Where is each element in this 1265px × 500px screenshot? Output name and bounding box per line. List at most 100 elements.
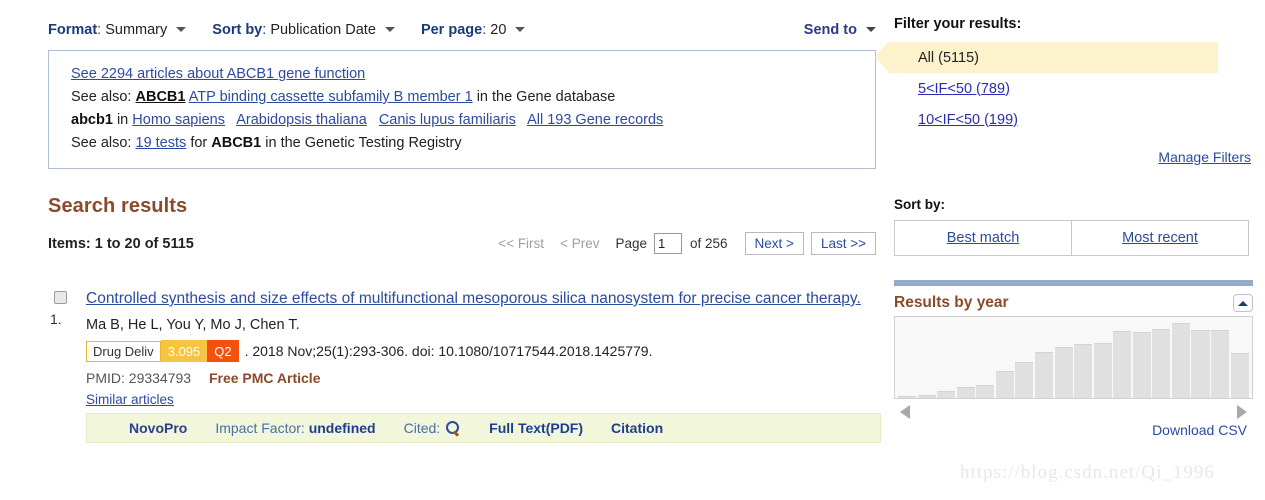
sortby-most-recent-link: Most recent — [1122, 230, 1198, 246]
gene-info-box: See 2294 articles about ABCB1 gene funct… — [48, 50, 876, 169]
gene-info-line-1: See 2294 articles about ABCB1 gene funct… — [71, 63, 861, 86]
histogram-bar[interactable] — [956, 386, 975, 398]
full-text-pdf-link[interactable]: Full Text(PDF) — [489, 420, 583, 436]
gtr-suffix: in the Genetic Testing Registry — [265, 135, 462, 151]
novopro-cited[interactable]: Cited: — [404, 420, 462, 436]
scroll-left-icon[interactable] — [900, 404, 910, 419]
chevron-up-icon — [1238, 300, 1248, 306]
gene-name-link[interactable]: ATP binding cassette subfamily B member … — [189, 89, 473, 105]
gene-info-line-4: See also: 19 tests for ABCB1 in the Gene… — [71, 132, 861, 155]
download-csv-link[interactable]: Download CSV — [1152, 422, 1247, 438]
organism-link-arabidopsis-thaliana[interactable]: Arabidopsis thaliana — [236, 112, 367, 128]
sortby-best-match[interactable]: Best match — [895, 221, 1071, 255]
histogram-bar[interactable] — [937, 390, 956, 398]
histogram-bars — [898, 319, 1250, 398]
histogram-bar[interactable] — [1230, 352, 1249, 398]
histogram-bar[interactable] — [1054, 347, 1073, 398]
send-to-label: Send to — [803, 22, 857, 38]
novopro-impact-factor: Impact Factor: undefined — [215, 420, 375, 436]
histogram-bar[interactable] — [1171, 322, 1190, 398]
sortby-most-recent[interactable]: Most recent — [1071, 221, 1248, 255]
in-word: in — [116, 112, 129, 128]
organism-link-homo-sapiens[interactable]: Homo sapiens — [132, 112, 225, 128]
page-title: Search results — [48, 195, 188, 217]
gene-symbol-link[interactable]: ABCB1 — [136, 89, 186, 105]
result-body: Controlled synthesis and size effects of… — [86, 287, 881, 443]
novopro-if-value: undefined — [308, 420, 376, 436]
filter-heading: Filter your results: — [894, 16, 1022, 32]
histogram-navigation — [894, 399, 1253, 421]
last-page-button[interactable]: Last >> — [810, 232, 876, 255]
sidebar: Filter your results: All (5115) 5<IF<50 … — [875, 0, 1265, 500]
first-page-button: << First — [498, 236, 545, 251]
result-title-link[interactable]: Controlled synthesis and size effects of… — [86, 287, 876, 310]
histogram-bar[interactable] — [917, 394, 936, 398]
histogram-bar[interactable] — [1152, 329, 1171, 398]
quartile-badge: Q2 — [207, 340, 239, 362]
see-also-prefix: See also: — [71, 89, 132, 105]
filter-label: 5<IF<50 (789) — [918, 80, 1010, 97]
histogram-bar[interactable] — [1132, 331, 1151, 398]
citation-link[interactable]: Citation — [611, 420, 663, 436]
search-icon — [446, 420, 461, 436]
page-number-input[interactable] — [654, 233, 682, 254]
organism-link-canis-lupus-familiaris[interactable]: Canis lupus familiaris — [379, 112, 516, 128]
send-to-dropdown[interactable]: Send to — [804, 22, 876, 38]
genetic-tests-link[interactable]: 19 tests — [136, 135, 187, 151]
manage-filters-row: Manage Filters — [888, 149, 1265, 165]
per-page-value: 20 — [490, 22, 507, 38]
gene-function-link[interactable]: See 2294 articles about ABCB1 gene funct… — [71, 66, 365, 82]
prev-page-button: < Prev — [560, 236, 600, 251]
scroll-right-icon[interactable] — [1237, 404, 1247, 419]
collapse-panel-button[interactable] — [1233, 294, 1253, 312]
sort-by-label: Sort by — [212, 22, 263, 38]
select-result-checkbox[interactable] — [54, 291, 67, 304]
pagination: << First < Prev Page of 256 Next > Last … — [498, 232, 876, 255]
novopro-toolbar: NovoPro Impact Factor: undefined Cited: … — [86, 413, 881, 443]
histogram-bar[interactable] — [1015, 362, 1034, 398]
page-label: Page — [615, 236, 647, 251]
histogram-bar[interactable] — [1034, 352, 1053, 398]
chevron-down-icon — [384, 27, 395, 32]
see-also-prefix-2: See also: — [71, 135, 132, 151]
filter-item-if-10-50[interactable]: 10<IF<50 (199) — [888, 104, 1265, 135]
gene-info-line-2: See also: ABCB1 ATP binding cassette sub… — [71, 86, 861, 109]
next-page-button[interactable]: Next > — [744, 232, 804, 255]
journal-badge[interactable]: Drug Deliv — [86, 340, 161, 362]
novopro-brand[interactable]: NovoPro — [129, 420, 187, 436]
histogram-bar[interactable] — [898, 395, 917, 398]
format-dropdown[interactable]: Format: Summary — [48, 22, 187, 38]
filter-list: All (5115) 5<IF<50 (789) 10<IF<50 (199) — [875, 42, 1265, 135]
result-index: 1. — [50, 311, 62, 327]
pmid-label: PMID: — [86, 370, 125, 386]
sort-by-value: Publication Date — [270, 22, 376, 38]
pmid-value: 29334793 — [128, 370, 192, 386]
filter-label: All (5115) — [918, 49, 979, 66]
similar-articles-link[interactable]: Similar articles — [86, 392, 174, 407]
novopro-cited-label: Cited: — [403, 420, 441, 436]
filter-label: 10<IF<50 (199) — [918, 111, 1018, 128]
results-toolbar: Format: Summary Sort by: Publication Dat… — [0, 0, 888, 44]
free-pmc-article-badge[interactable]: Free PMC Article — [209, 370, 321, 386]
results-column: Format: Summary Sort by: Publication Dat… — [0, 0, 888, 500]
novopro-if-label: Impact Factor: — [215, 420, 305, 436]
filter-item-if-5-50[interactable]: 5<IF<50 (789) — [888, 73, 1265, 104]
histogram-bar[interactable] — [1093, 342, 1112, 398]
histogram-bar[interactable] — [1074, 343, 1093, 398]
result-item: 1. Controlled synthesis and size effects… — [48, 287, 881, 443]
all-gene-records-link[interactable]: All 193 Gene records — [527, 112, 663, 128]
per-page-dropdown[interactable]: Per page: 20 — [421, 22, 526, 38]
histogram-bar[interactable] — [1211, 330, 1230, 398]
histogram-bar[interactable] — [1191, 330, 1210, 398]
histogram-bar[interactable] — [1113, 330, 1132, 398]
histogram-bar[interactable] — [995, 371, 1014, 398]
results-by-year-panel: Results by year Download CSV — [894, 280, 1253, 438]
filter-item-all[interactable]: All (5115) — [875, 42, 1218, 73]
result-authors: Ma B, He L, You Y, Mo J, Chen T. — [86, 317, 300, 333]
histogram-bar[interactable] — [976, 384, 995, 398]
result-citation-row: Drug Deliv 3.095 Q2 . 2018 Nov;25(1):293… — [86, 340, 876, 362]
for-word: for — [190, 135, 208, 151]
results-by-year-chart — [894, 316, 1253, 399]
manage-filters-link[interactable]: Manage Filters — [1158, 149, 1251, 165]
sort-by-dropdown[interactable]: Sort by: Publication Date — [212, 22, 395, 38]
